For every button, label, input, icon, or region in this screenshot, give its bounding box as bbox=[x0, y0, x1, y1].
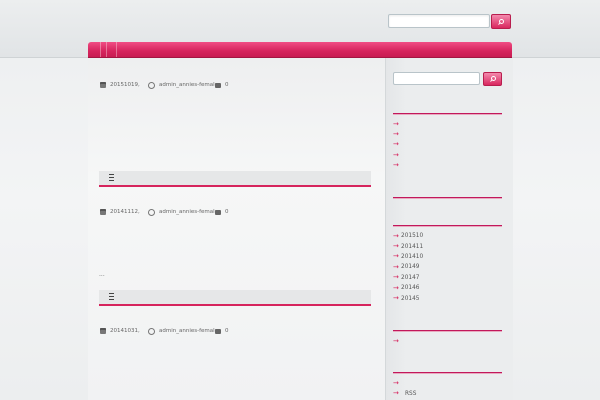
archive-item[interactable]: → 20149 bbox=[393, 262, 423, 272]
rss-label: RSS bbox=[405, 390, 417, 397]
user-icon bbox=[148, 208, 155, 216]
widget-divider bbox=[393, 330, 502, 332]
archive-item[interactable]: → 201510 bbox=[393, 231, 423, 241]
post-comment-count[interactable]: 0 bbox=[225, 209, 229, 215]
archive-item[interactable]: → 201410 bbox=[393, 252, 423, 262]
post-meta: 20141112, admin_annies-female, 0 bbox=[100, 207, 229, 217]
rss-link[interactable]: → RSS bbox=[393, 388, 416, 398]
archive-label: 20147 bbox=[401, 274, 420, 281]
post-date: 20151019, bbox=[110, 82, 140, 88]
list-item[interactable]: → bbox=[393, 378, 416, 388]
list-item[interactable]: → bbox=[393, 119, 401, 129]
header-search bbox=[388, 14, 512, 29]
arrow-icon: → bbox=[393, 389, 399, 398]
archive-item[interactable]: → 20147 bbox=[393, 273, 423, 283]
archives-list: → 201510 → 201411 → 201410 → 20149 → 20147 → 2… bbox=[393, 231, 423, 304]
post-author[interactable]: admin_annies-female, bbox=[159, 209, 220, 215]
sidebar bbox=[385, 58, 513, 400]
tag-icon bbox=[109, 293, 114, 300]
post-meta: 20151019, admin_annies-female, 0 bbox=[100, 80, 229, 90]
list-item[interactable]: → bbox=[393, 129, 401, 139]
header-search-input[interactable] bbox=[388, 14, 490, 28]
post-excerpt-more: ... bbox=[99, 271, 105, 278]
comment-icon bbox=[215, 209, 221, 215]
post-comment-count[interactable]: 0 bbox=[225, 82, 229, 88]
recent-posts-list: → → → → → bbox=[393, 119, 401, 171]
sidebar-search bbox=[393, 72, 503, 86]
archive-label: 20149 bbox=[401, 264, 420, 271]
post-date: 20141112, bbox=[110, 209, 140, 215]
archive-label: 201510 bbox=[401, 233, 424, 240]
user-icon bbox=[148, 81, 155, 89]
nav-separator bbox=[116, 42, 117, 57]
list-item[interactable]: → bbox=[393, 161, 401, 171]
arrow-icon: → bbox=[393, 273, 399, 282]
post-author[interactable]: admin_annies-female, bbox=[159, 82, 220, 88]
arrow-icon: → bbox=[393, 130, 399, 139]
calendar-icon bbox=[100, 328, 106, 334]
post-footer bbox=[99, 171, 371, 187]
comment-icon bbox=[215, 328, 221, 334]
user-icon bbox=[148, 327, 155, 335]
archive-label: 201410 bbox=[401, 253, 424, 260]
arrow-icon: → bbox=[393, 252, 399, 261]
widget-divider bbox=[393, 113, 502, 115]
arrow-icon: → bbox=[393, 150, 399, 159]
post-author[interactable]: admin_annies-female, bbox=[159, 328, 220, 334]
archive-item[interactable]: → 201411 bbox=[393, 241, 423, 251]
comment-icon bbox=[215, 82, 221, 88]
post-date: 20141031, bbox=[110, 328, 140, 334]
archive-item[interactable]: → 20145 bbox=[393, 293, 423, 303]
post-comment-count[interactable]: 0 bbox=[225, 328, 229, 334]
list-item[interactable]: → bbox=[393, 140, 401, 150]
post-meta: 20141031, admin_annies-female, 0 bbox=[100, 326, 229, 336]
calendar-icon bbox=[100, 82, 106, 88]
arrow-icon: → bbox=[393, 161, 399, 170]
arrow-icon: → bbox=[393, 294, 399, 303]
widget-divider bbox=[393, 197, 502, 199]
calendar-icon bbox=[100, 209, 106, 215]
archive-label: 201411 bbox=[401, 243, 424, 250]
search-icon bbox=[490, 76, 496, 82]
meta-list: → → RSS bbox=[393, 378, 416, 399]
arrow-icon: → bbox=[393, 378, 399, 387]
arrow-icon: → bbox=[393, 140, 399, 149]
archive-label: 20145 bbox=[401, 295, 420, 302]
post-footer bbox=[99, 290, 371, 306]
sidebar-search-input[interactable] bbox=[393, 72, 480, 85]
arrow-icon: → bbox=[393, 119, 399, 128]
tag-icon bbox=[109, 174, 114, 181]
archive-item[interactable]: → 20146 bbox=[393, 283, 423, 293]
arrow-icon: → bbox=[393, 262, 399, 271]
arrow-icon: → bbox=[393, 283, 399, 292]
widget-divider bbox=[393, 372, 502, 374]
widget-divider bbox=[393, 225, 502, 227]
arrow-icon: → bbox=[393, 336, 399, 345]
main-content bbox=[88, 58, 385, 400]
nav-separator bbox=[106, 42, 107, 57]
list-item[interactable]: → bbox=[393, 150, 401, 160]
nav-separator bbox=[100, 42, 101, 57]
arrow-icon: → bbox=[393, 231, 399, 240]
navigation-bar bbox=[88, 42, 512, 57]
arrow-icon: → bbox=[393, 242, 399, 251]
search-icon bbox=[498, 18, 504, 25]
sidebar-search-button[interactable] bbox=[483, 72, 502, 86]
categories-list: → bbox=[393, 336, 401, 346]
list-item[interactable]: → bbox=[393, 336, 401, 346]
header-search-button[interactable] bbox=[491, 14, 511, 29]
archive-label: 20146 bbox=[401, 285, 420, 292]
